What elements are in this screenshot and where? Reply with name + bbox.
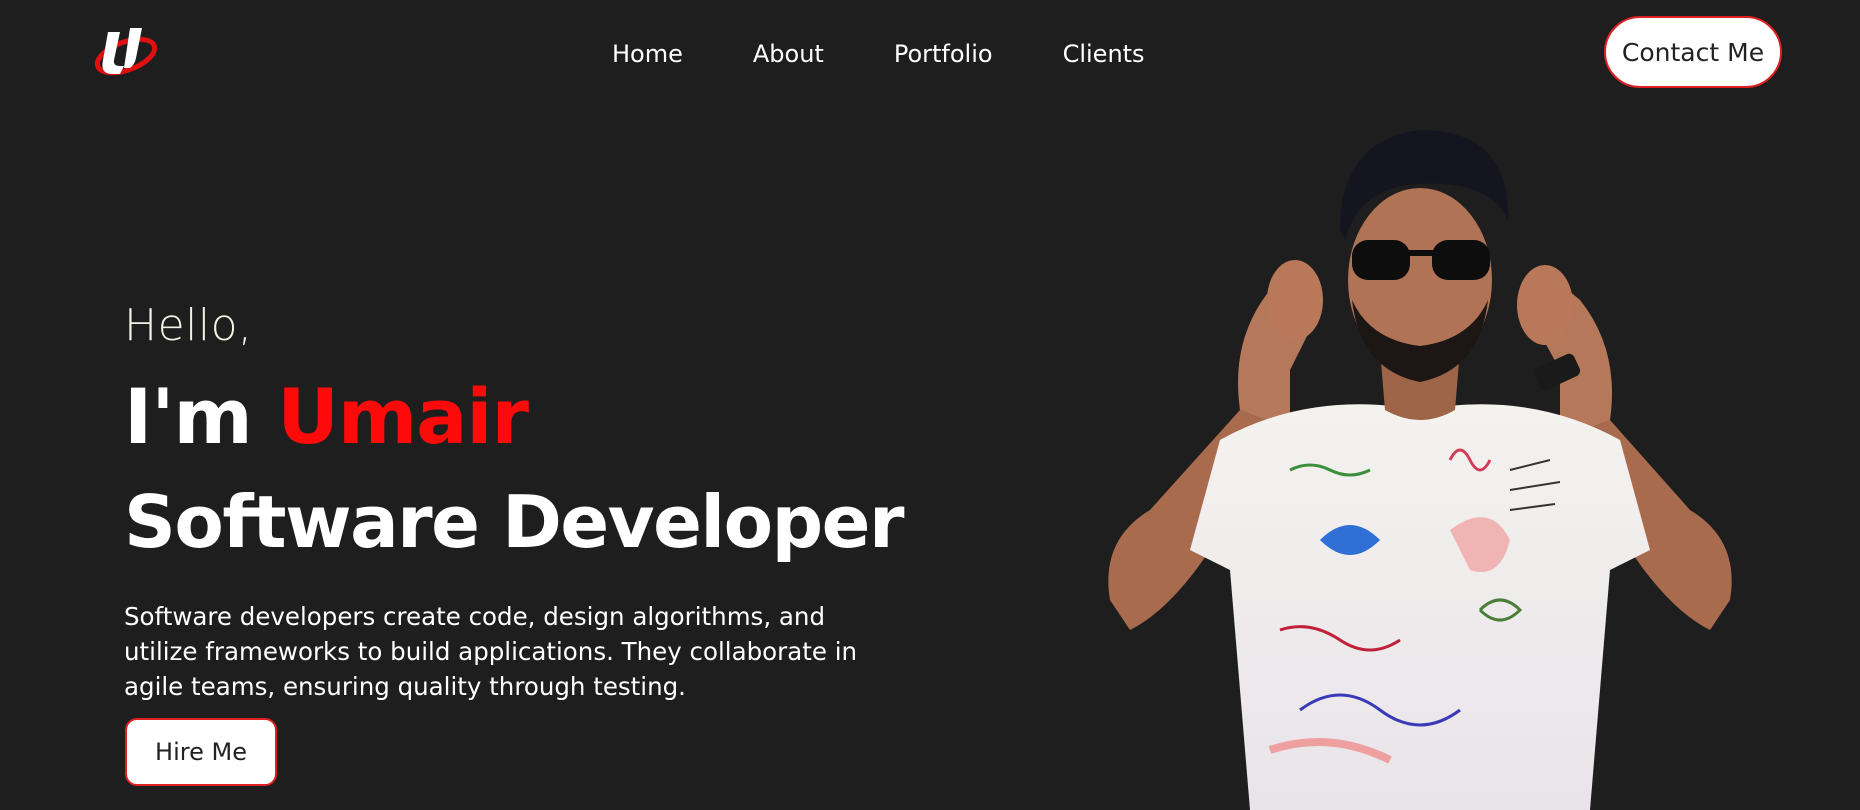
nav-clients[interactable]: Clients <box>1063 40 1145 68</box>
hero-role: Software Developer <box>124 480 904 564</box>
logo-icon[interactable] <box>94 24 158 80</box>
hero-intro-prefix: I'm <box>124 372 253 461</box>
nav-portfolio[interactable]: Portfolio <box>894 40 993 68</box>
contact-me-button[interactable]: Contact Me <box>1604 16 1782 88</box>
hero-name-line: I'm Umair <box>124 372 529 461</box>
nav-home[interactable]: Home <box>612 40 683 68</box>
hero-name: Umair <box>277 372 529 461</box>
main-nav: Home About Portfolio Clients <box>612 40 1145 68</box>
developer-portrait <box>1108 130 1732 810</box>
hero-greeting: Hello, <box>124 300 253 351</box>
nav-about[interactable]: About <box>753 40 824 68</box>
hero-description: Software developers create code, design … <box>124 601 858 701</box>
hire-me-button[interactable]: Hire Me <box>125 718 277 786</box>
page: Home About Portfolio Clients Contact Me … <box>0 0 1860 810</box>
